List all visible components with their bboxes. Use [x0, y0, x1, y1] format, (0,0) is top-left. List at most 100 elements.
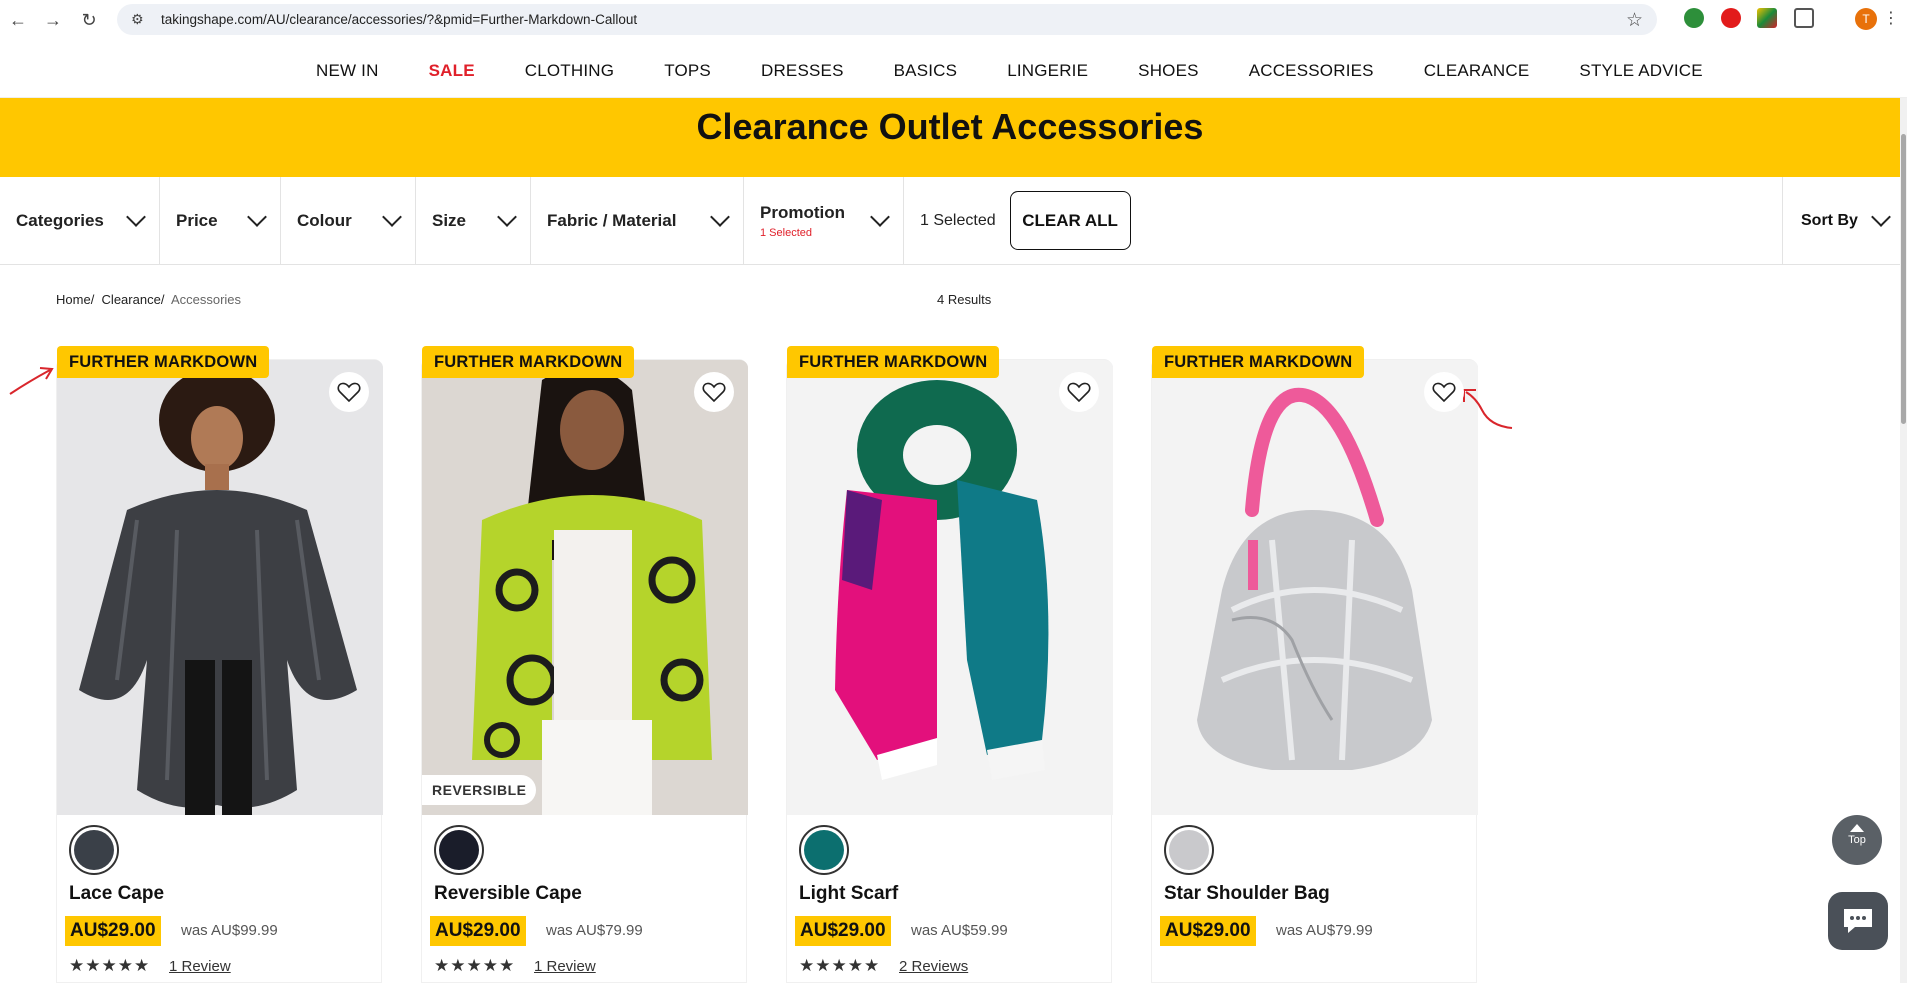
wishlist-heart-icon[interactable] [1059, 372, 1099, 412]
nav-item-dresses[interactable]: DRESSES [761, 61, 844, 81]
reload-icon[interactable]: ↻ [73, 4, 105, 36]
product-card[interactable]: FURTHER MARKDOWN Lace Cape AU$29.00 was … [56, 346, 383, 983]
arrow-up-icon [1850, 824, 1864, 832]
sale-price: AU$29.00 [1160, 916, 1256, 946]
extension-icon[interactable] [1684, 8, 1704, 28]
extensions-puzzle-icon[interactable] [1794, 8, 1814, 28]
page-title: Clearance Outlet Accessories [696, 106, 1204, 147]
further-markdown-badge: FURTHER MARKDOWN [1152, 346, 1365, 378]
filter-price[interactable]: Price [160, 176, 281, 265]
chevron-down-icon [870, 206, 890, 227]
filter-size[interactable]: Size [416, 176, 531, 265]
sale-price: AU$29.00 [65, 916, 161, 946]
filter-categories[interactable]: Categories [0, 176, 160, 265]
product-image[interactable] [787, 360, 1113, 815]
chevron-down-icon [497, 206, 517, 227]
sort-by-dropdown[interactable]: Sort By [1782, 177, 1900, 265]
star-shoulder-bag-image [1152, 360, 1478, 815]
colour-swatch[interactable] [69, 825, 119, 875]
breadcrumb-home[interactable]: Home [56, 292, 91, 307]
product-card[interactable]: FURTHER MARKDOWN REVERSIBLE Reversible C… [421, 346, 748, 983]
sale-price: AU$29.00 [430, 916, 526, 946]
site-settings-icon[interactable]: ⚙ [131, 11, 149, 29]
nav-item-clothing[interactable]: CLOTHING [525, 61, 614, 81]
colour-swatch[interactable] [1164, 825, 1214, 875]
product-name[interactable]: Star Shoulder Bag [1164, 883, 1330, 905]
extension-icon[interactable] [1757, 8, 1777, 28]
main-navigation: NEW IN SALE CLOTHING TOPS DRESSES BASICS… [0, 43, 1907, 98]
chat-button[interactable] [1828, 892, 1888, 950]
filter-colour-label: Colour [297, 210, 352, 230]
product-card[interactable]: FURTHER MARKDOWN Light Scarf AU$29.00 wa… [786, 346, 1113, 983]
chevron-down-icon [382, 206, 402, 227]
category-banner: Clearance Outlet Accessories [0, 98, 1900, 177]
nav-item-accessories[interactable]: ACCESSORIES [1249, 61, 1374, 81]
filter-fabric-material[interactable]: Fabric / Material [531, 176, 744, 265]
results-count: 4 Results [937, 292, 992, 307]
back-to-top-label: Top [1848, 834, 1866, 846]
filter-colour[interactable]: Colour [281, 176, 416, 265]
reversible-cape-image [422, 360, 748, 815]
filter-categories-label: Categories [16, 210, 104, 230]
nav-item-basics[interactable]: BASICS [894, 61, 958, 81]
breadcrumb-separator: / [90, 292, 95, 307]
product-name[interactable]: Lace Cape [69, 883, 164, 905]
wishlist-heart-icon[interactable] [329, 372, 369, 412]
wishlist-heart-icon[interactable] [694, 372, 734, 412]
breadcrumb-clearance[interactable]: Clearance [102, 292, 161, 307]
reviews-link[interactable]: 1 Review [534, 958, 596, 975]
colour-swatch[interactable] [799, 825, 849, 875]
filter-price-label: Price [176, 210, 218, 230]
profile-avatar[interactable]: T [1855, 8, 1877, 30]
back-to-top-button[interactable]: Top [1832, 815, 1882, 865]
page-scrollbar[interactable] [1900, 98, 1907, 983]
chevron-down-icon [710, 206, 730, 227]
was-price: was AU$79.99 [1276, 922, 1373, 939]
back-icon[interactable]: ← [2, 4, 34, 36]
forward-icon[interactable]: → [37, 4, 69, 36]
bookmark-star-icon[interactable]: ☆ [1626, 9, 1643, 32]
was-price: was AU$99.99 [181, 922, 278, 939]
nav-item-style-advice[interactable]: STYLE ADVICE [1579, 61, 1702, 81]
address-bar[interactable]: ⚙ takingshape.com/AU/clearance/accessori… [117, 4, 1657, 35]
further-markdown-badge: FURTHER MARKDOWN [422, 346, 635, 378]
filter-fabric-label: Fabric / Material [547, 210, 677, 230]
nav-item-clearance[interactable]: CLEARANCE [1424, 61, 1530, 81]
further-markdown-badge: FURTHER MARKDOWN [787, 346, 1000, 378]
breadcrumb-current: Accessories [170, 292, 242, 307]
product-card[interactable]: FURTHER MARKDOWN Star Shoulder Bag AU$29… [1151, 346, 1478, 983]
nav-item-shoes[interactable]: SHOES [1138, 61, 1199, 81]
reviews-link[interactable]: 2 Reviews [899, 958, 968, 975]
browser-menu-icon[interactable]: ⋮ [1883, 8, 1899, 28]
filter-promotion[interactable]: Promotion 1 Selected [744, 176, 904, 265]
light-scarf-image [787, 360, 1113, 815]
nav-item-lingerie[interactable]: LINGERIE [1007, 61, 1088, 81]
product-name[interactable]: Reversible Cape [434, 883, 582, 905]
scrollbar-thumb[interactable] [1901, 134, 1906, 424]
nav-item-sale[interactable]: SALE [429, 61, 475, 81]
chevron-down-icon [126, 206, 146, 227]
rating-stars: ★★★★★ [69, 956, 151, 975]
product-image[interactable] [1152, 360, 1478, 815]
chat-bubble-icon [1844, 909, 1872, 933]
nav-item-new-in[interactable]: NEW IN [316, 61, 379, 81]
chevron-down-icon [1871, 207, 1891, 227]
product-name[interactable]: Light Scarf [799, 883, 898, 905]
product-image[interactable]: REVERSIBLE [422, 360, 748, 815]
nav-item-tops[interactable]: TOPS [664, 61, 711, 81]
url-text: takingshape.com/AU/clearance/accessories… [161, 12, 638, 27]
product-image[interactable] [57, 360, 383, 815]
reviews-link[interactable]: 1 Review [169, 958, 231, 975]
was-price: was AU$59.99 [911, 922, 1008, 939]
filter-bar: Categories Price Colour Size Fabric / Ma… [0, 176, 1900, 265]
rating-stars: ★★★★★ [799, 956, 881, 975]
selected-count: 1 Selected [920, 211, 996, 229]
chevron-down-icon [247, 206, 267, 227]
clear-all-button[interactable]: CLEAR ALL [1009, 191, 1131, 250]
filter-size-label: Size [432, 210, 467, 230]
was-price: was AU$79.99 [546, 922, 643, 939]
colour-swatch[interactable] [434, 825, 484, 875]
wishlist-heart-icon[interactable] [1424, 372, 1464, 412]
extension-icon[interactable] [1721, 8, 1741, 28]
filter-promotion-selected: 1 Selected [760, 226, 812, 239]
